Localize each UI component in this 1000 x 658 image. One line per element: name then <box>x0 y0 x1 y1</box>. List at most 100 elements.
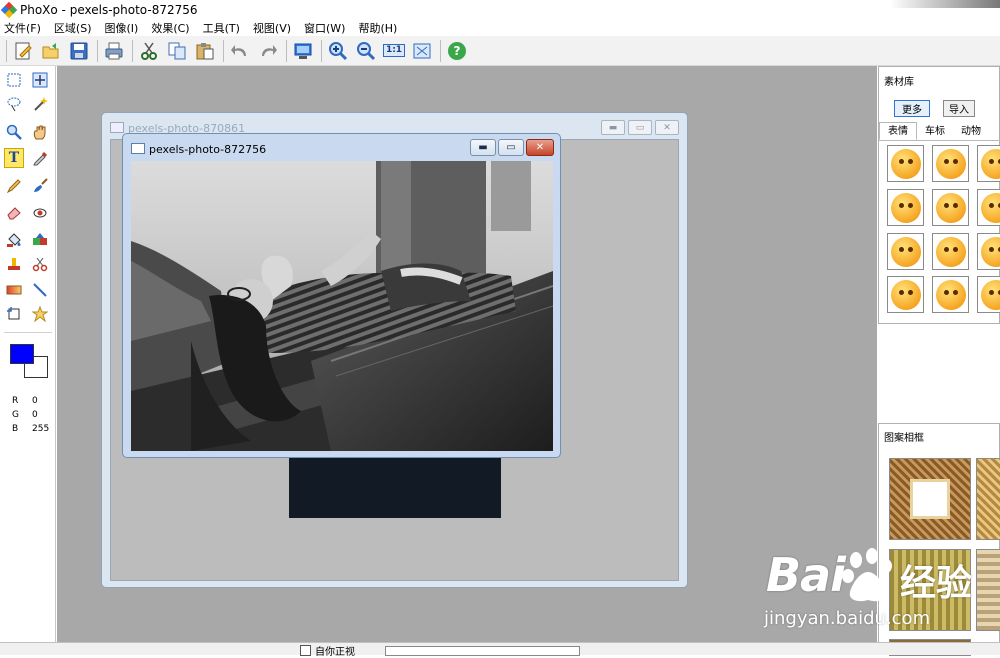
emoticon-face-icon <box>981 280 1000 310</box>
star-shape-icon[interactable] <box>30 304 50 324</box>
emoticon-item[interactable] <box>887 233 924 270</box>
title-bar: PhoXo - pexels-photo-872756 <box>0 0 1000 19</box>
brush-icon[interactable] <box>30 176 50 196</box>
crop-rotate-icon[interactable] <box>4 304 24 324</box>
status-checkbox[interactable] <box>300 645 311 656</box>
emoticon-item[interactable] <box>932 189 969 226</box>
paste-icon[interactable] <box>193 39 217 63</box>
scissors-icon[interactable] <box>30 254 50 274</box>
tab-animals[interactable]: 动物 <box>953 123 989 140</box>
eraser-icon[interactable] <box>4 202 24 222</box>
emoticon-item[interactable] <box>932 145 969 182</box>
magic-wand-icon[interactable] <box>30 94 50 114</box>
toolbar-separator <box>440 40 441 62</box>
menu-help[interactable]: 帮助(H) <box>358 20 397 36</box>
emoticon-face-icon <box>936 237 966 267</box>
minimize-button[interactable]: ▬ <box>470 139 496 156</box>
zoom-tool-icon[interactable] <box>4 122 24 142</box>
move-icon[interactable] <box>30 70 50 90</box>
redeye-icon[interactable] <box>30 202 50 222</box>
gradient-icon[interactable] <box>4 280 24 300</box>
select-rect-icon[interactable] <box>4 70 24 90</box>
more-button[interactable]: 更多 <box>894 100 930 117</box>
r-label: R <box>12 394 32 408</box>
close-button[interactable]: ✕ <box>526 139 554 156</box>
frame-item[interactable] <box>889 458 971 540</box>
screen-capture-icon[interactable] <box>291 39 315 63</box>
menu-bar: 文件(F) 区域(S) 图像(I) 效果(C) 工具(T) 视图(V) 窗口(W… <box>0 19 1000 36</box>
document-window-872756[interactable]: pexels-photo-872756 ▬ ▭ ✕ <box>122 133 561 458</box>
emoticon-face-icon <box>981 149 1000 179</box>
photo-canvas[interactable] <box>131 161 553 451</box>
menu-window[interactable]: 窗口(W) <box>304 20 345 36</box>
undo-icon[interactable] <box>228 39 252 63</box>
line-icon[interactable] <box>30 280 50 300</box>
emoticon-item[interactable] <box>887 145 924 182</box>
watermark-url: jingyan.baidu.com <box>764 608 930 629</box>
emoticon-item[interactable] <box>932 276 969 313</box>
material-library-panel: 素材库 更多 导入 表情 车标 动物 <box>878 66 1000 324</box>
emoticon-item[interactable] <box>977 233 1000 270</box>
tab-emoticons[interactable]: 表情 <box>879 122 917 140</box>
canvas-image-fragment <box>289 457 501 518</box>
menu-effect[interactable]: 效果(C) <box>151 20 189 36</box>
color-replace-icon[interactable] <box>30 230 50 250</box>
toolbar-separator <box>132 40 133 62</box>
import-button[interactable]: 导入 <box>943 100 975 117</box>
menu-view[interactable]: 视图(V) <box>253 20 291 36</box>
print-icon[interactable] <box>102 39 126 63</box>
fit-window-icon[interactable] <box>410 39 434 63</box>
zoom-out-icon[interactable] <box>354 39 378 63</box>
hand-icon[interactable] <box>30 122 50 142</box>
copy-icon[interactable] <box>165 39 189 63</box>
text-tool-icon[interactable]: T <box>4 148 24 168</box>
actual-size-icon[interactable]: 1:1 <box>382 39 406 63</box>
zoom-in-icon[interactable] <box>326 39 350 63</box>
frame-inner <box>910 479 950 519</box>
save-icon[interactable] <box>67 39 91 63</box>
clone-icon[interactable] <box>4 254 24 274</box>
emoticon-face-icon <box>891 193 921 223</box>
pencil-icon[interactable] <box>4 176 24 196</box>
maximize-button[interactable]: ▭ <box>498 139 524 156</box>
new-icon[interactable] <box>11 39 35 63</box>
emoticon-face-icon <box>981 193 1000 223</box>
rgb-readout: R0 G0 B255 <box>12 394 49 436</box>
r-value: 0 <box>32 396 38 406</box>
emoticon-face-icon <box>936 280 966 310</box>
emoticon-item[interactable] <box>887 276 924 313</box>
help-icon[interactable]: ? <box>445 39 469 63</box>
emoticon-item[interactable] <box>932 233 969 270</box>
tab-car-logos[interactable]: 车标 <box>917 123 953 140</box>
foreground-color-swatch[interactable] <box>10 344 34 364</box>
frame-item[interactable] <box>976 549 1000 631</box>
material-tabs: 表情 车标 动物 <box>879 123 1000 141</box>
menu-image[interactable]: 图像(I) <box>105 20 139 36</box>
emoticon-item[interactable] <box>977 276 1000 313</box>
emoticon-item[interactable] <box>887 189 924 226</box>
app-logo-icon <box>2 3 16 17</box>
palette-divider <box>4 332 52 333</box>
b-label: B <box>12 422 32 436</box>
emoticon-face-icon <box>936 149 966 179</box>
lasso-icon[interactable] <box>4 94 24 114</box>
cut-icon[interactable] <box>137 39 161 63</box>
frame-item[interactable] <box>976 458 1000 540</box>
emoticon-item[interactable] <box>977 189 1000 226</box>
menu-tools[interactable]: 工具(T) <box>203 20 240 36</box>
fill-icon[interactable] <box>4 230 24 250</box>
emoticon-face-icon <box>891 149 921 179</box>
minimize-button[interactable]: ▬ <box>601 120 625 135</box>
menu-selection[interactable]: 区域(S) <box>54 20 92 36</box>
toolbar-grip <box>6 40 7 62</box>
menu-file[interactable]: 文件(F) <box>4 20 41 36</box>
redo-icon[interactable] <box>256 39 280 63</box>
close-button[interactable]: ✕ <box>655 120 679 135</box>
maximize-button[interactable]: ▭ <box>628 120 652 135</box>
g-value: 0 <box>32 410 38 420</box>
eyedropper-icon[interactable] <box>30 148 50 168</box>
open-icon[interactable] <box>39 39 63 63</box>
emoticon-face-icon <box>981 237 1000 267</box>
emoticon-item[interactable] <box>977 145 1000 182</box>
panel-title: 图案相框 <box>884 429 924 444</box>
